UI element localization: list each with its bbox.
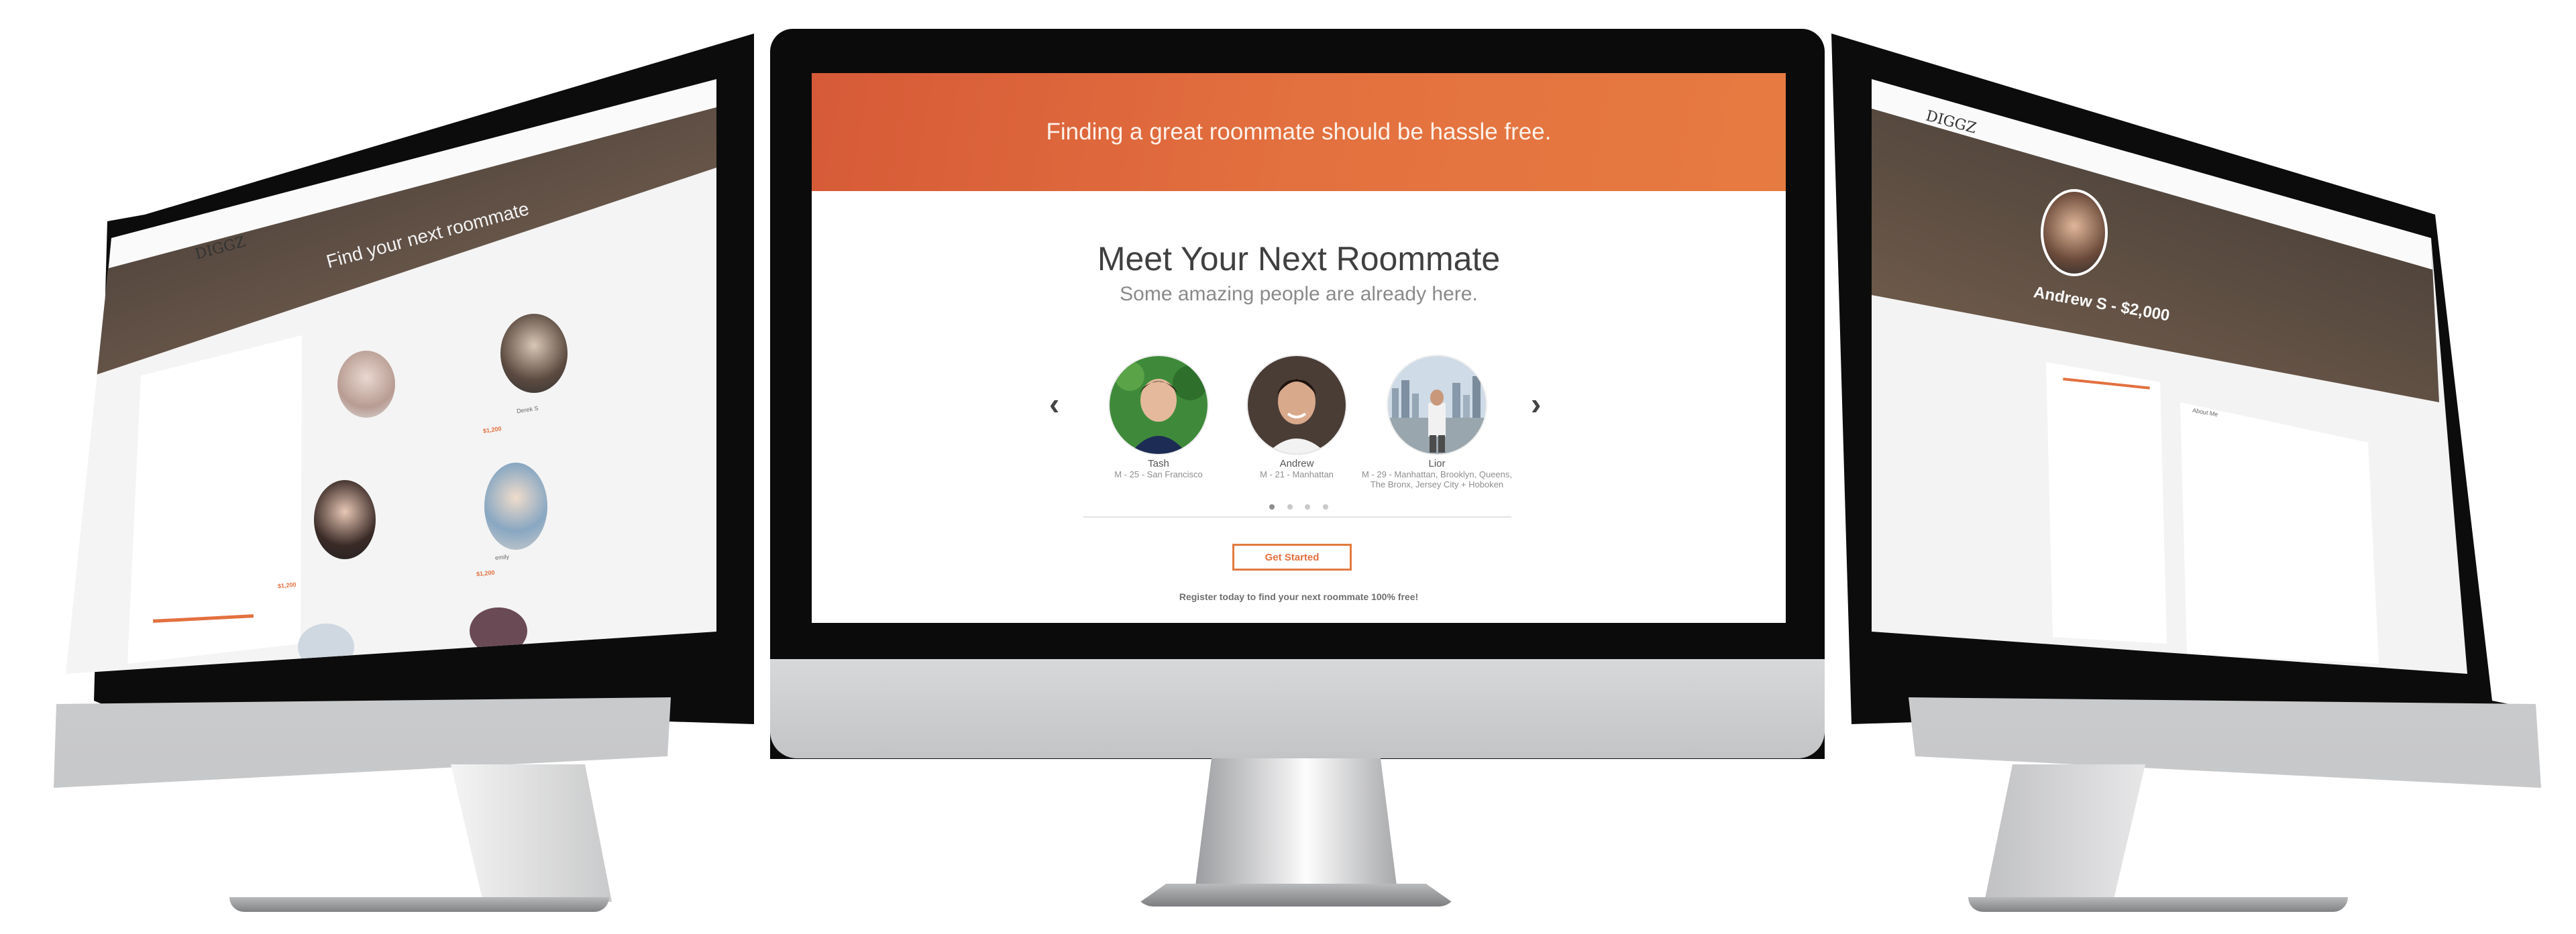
- avatar: [1108, 355, 1209, 455]
- profile-avatar: [2041, 189, 2108, 276]
- center-monitor-foot: [1134, 884, 1458, 907]
- left-avatar-1[interactable]: [337, 351, 395, 418]
- page-subtitle: Some amazing people are already here.: [1120, 283, 1478, 305]
- carousel-dot-4[interactable]: [1322, 504, 1328, 510]
- center-monitor-stand: [1195, 758, 1397, 886]
- center-monitor-chin: [770, 659, 1825, 758]
- roommate-name: Lior: [1428, 458, 1446, 469]
- avatar: [1387, 355, 1487, 455]
- left-person-price-4: $1,200: [476, 569, 495, 578]
- divider: [1083, 516, 1511, 518]
- right-monitor-foot: [1968, 897, 2348, 912]
- get-started-button[interactable]: Get Started: [1232, 544, 1352, 571]
- carousel-dot-1[interactable]: [1269, 504, 1275, 510]
- chevron-left-icon[interactable]: ‹: [1049, 388, 1059, 419]
- carousel-dots: [812, 501, 1786, 513]
- left-person-name-4: emily: [494, 553, 510, 561]
- chevron-right-icon[interactable]: ›: [1531, 388, 1541, 419]
- center-hero-banner: Finding a great roommate should be hassl…: [812, 73, 1786, 191]
- left-person-price-2: $1,200: [482, 425, 502, 434]
- left-avatar-3[interactable]: [314, 480, 376, 559]
- left-hero: [94, 79, 716, 375]
- page-title: Meet Your Next Roommate: [1097, 240, 1501, 278]
- avatar: [1246, 355, 1347, 455]
- left-monitor-foot: [229, 897, 609, 912]
- carousel-dot-3[interactable]: [1305, 504, 1311, 510]
- left-avatar-2[interactable]: [500, 314, 568, 393]
- left-avatar-4[interactable]: [484, 463, 547, 550]
- roommate-card-lior[interactable]: Lior M - 29 - Manhattan, Brooklyn, Queen…: [1350, 355, 1524, 489]
- roommate-info-line2: The Bronx, Jersey City + Hoboken: [1370, 479, 1504, 489]
- register-note: Register today to find your next roommat…: [1179, 591, 1419, 602]
- roommate-info-line1: M - 29 - Manhattan, Brooklyn, Queens,: [1362, 469, 1512, 479]
- carousel-dot-2[interactable]: [1287, 504, 1293, 510]
- center-screen: Finding a great roommate should be hassl…: [812, 73, 1786, 623]
- left-screen: DIGGZ Find your next roommate Derek S $1…: [66, 79, 716, 674]
- hero-tagline: Finding a great roommate should be hassl…: [1046, 119, 1552, 145]
- left-person-name-2: Derek S: [516, 404, 539, 415]
